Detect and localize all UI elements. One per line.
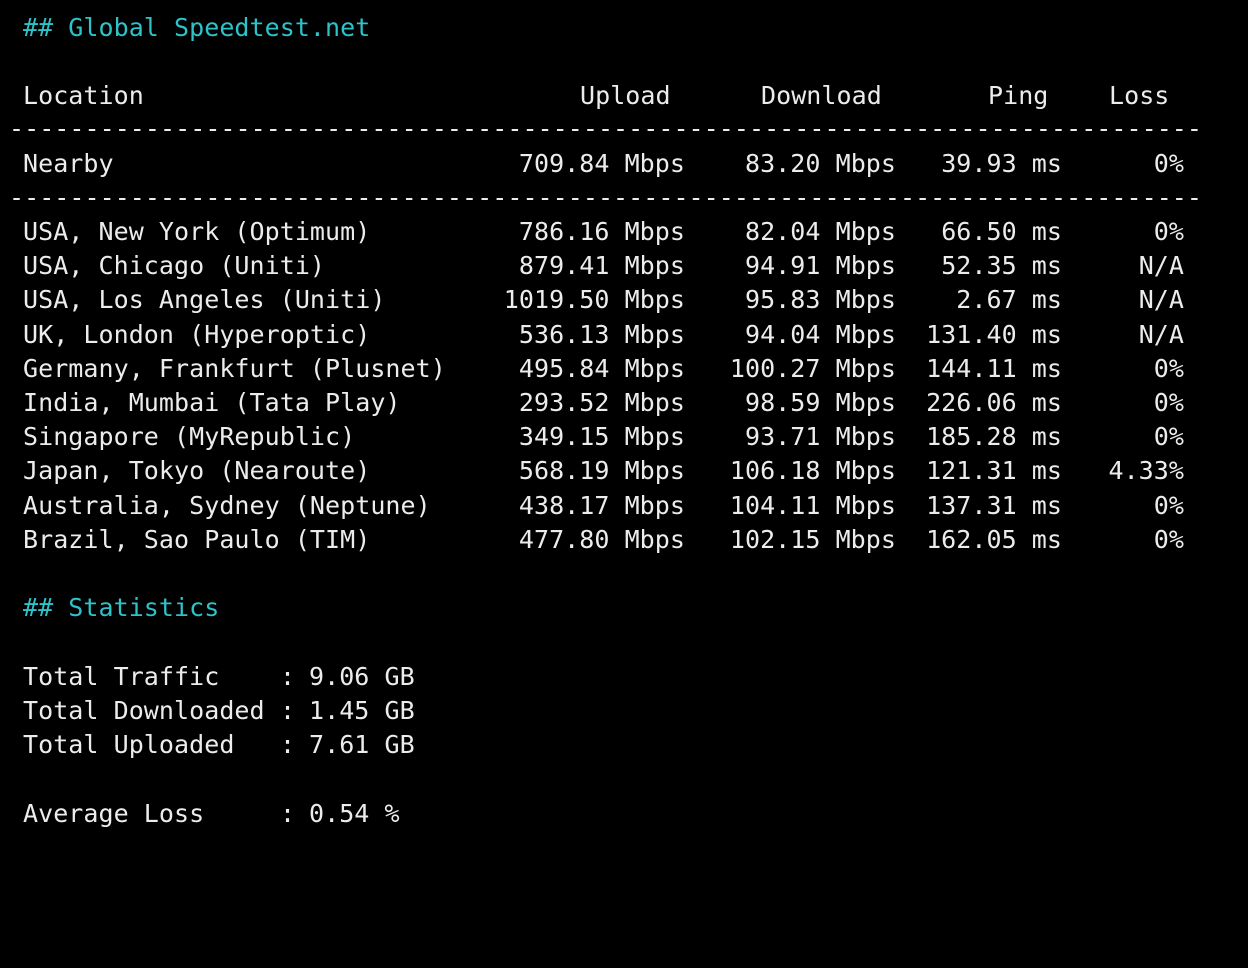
row-upload: 879.41 Mbps <box>518 251 685 281</box>
row-loss: 0% <box>1153 524 1184 554</box>
nearby-loss: 0% <box>1153 149 1184 178</box>
stat-average-loss: Average Loss : 0.54 % <box>23 797 623 831</box>
row-loss: 0% <box>1153 388 1184 417</box>
row-upload: 568.19 Mbps <box>518 456 685 486</box>
table-row: India, Mumbai (Tata Play) 293.52 Mbps 98.5… <box>23 386 1223 420</box>
row-upload: 786.16 Mbps <box>518 217 685 246</box>
table-row: Japan, Tokyo (Nearoute) 568.19 Mbps 106.18… <box>23 454 1223 488</box>
row-download: 106.18 Mbps <box>729 456 896 486</box>
column-header-ping: Ping <box>988 81 1049 110</box>
row-loss: 0% <box>1153 353 1184 383</box>
table-row: UK, London (Hyperoptic) 536.13 Mbps 94.04 … <box>23 318 1223 352</box>
row-location: USA, New York (Optimum) <box>23 217 371 246</box>
row-upload: 536.13 Mbps <box>518 319 685 349</box>
row-loss: N/A <box>1138 319 1184 349</box>
row-location: USA, Los Angeles (Uniti) <box>23 285 386 315</box>
stat-value: 0.54 % <box>309 799 400 828</box>
stat-separator: : <box>280 696 296 725</box>
table-header-row: Location Upload Download Ping Loss <box>23 79 1223 113</box>
stat-label: Total Downloaded <box>23 696 265 725</box>
row-location: Brazil, Sao Paulo (TIM) <box>23 524 371 554</box>
column-header-upload: Upload <box>580 81 671 110</box>
row-loss: 0% <box>1153 422 1184 452</box>
nearby-download: 83.20 Mbps <box>744 149 896 178</box>
stat-separator: : <box>280 662 296 691</box>
table-row: Singapore (MyRepublic) 349.15 Mbps 93.71 M… <box>23 420 1223 454</box>
table-row: USA, Los Angeles (Uniti) 1019.50 Mbps 95.8… <box>23 283 1223 317</box>
column-header-loss: Loss <box>1109 81 1170 110</box>
row-ping: 121.31 ms <box>926 456 1062 486</box>
row-location: Germany, Frankfurt (Plusnet) <box>23 353 446 383</box>
row-download: 104.11 Mbps <box>729 490 896 520</box>
row-ping: 162.05 ms <box>926 524 1062 554</box>
statistics-heading: ## Statistics <box>23 593 220 622</box>
table-row: USA, Chicago (Uniti) 879.41 Mbps 94.91 Mbp… <box>23 249 1223 283</box>
stat-label: Average Loss <box>23 799 205 828</box>
table-row: Germany, Frankfurt (Plusnet) 495.84 Mbps 1… <box>23 352 1223 386</box>
terminal-window[interactable]: ## Global Speedtest.net Location Upload … <box>0 0 1248 864</box>
row-loss: 0% <box>1153 490 1184 520</box>
row-download: 94.91 Mbps <box>744 251 896 281</box>
row-loss: 0% <box>1153 217 1184 246</box>
row-download: 95.83 Mbps <box>744 285 896 315</box>
row-ping: 144.11 ms <box>926 353 1062 383</box>
nearby-ping: 39.93 ms <box>941 149 1062 178</box>
nearby-upload: 709.84 Mbps <box>518 149 685 178</box>
row-download: 98.59 Mbps <box>744 388 896 417</box>
row-loss: N/A <box>1138 285 1184 315</box>
row-loss: 4.33% <box>1108 456 1184 486</box>
row-ping: 2.67 ms <box>956 285 1062 315</box>
row-loss: N/A <box>1138 251 1184 281</box>
stat-value: 1.45 GB <box>309 696 415 725</box>
stat-total-downloaded: Total Downloaded : 1.45 GB <box>23 694 623 728</box>
row-upload: 293.52 Mbps <box>518 388 685 417</box>
row-upload: 438.17 Mbps <box>518 490 685 520</box>
nearby-row: Nearby 709.84 Mbps 83.20 Mbps 39.93 ms 0… <box>23 147 1223 181</box>
stat-separator: : <box>280 730 296 759</box>
stat-separator: : <box>280 799 296 828</box>
stat-total-traffic: Total Traffic : 9.06 GB <box>23 660 623 694</box>
stat-total-uploaded: Total Uploaded : 7.61 GB <box>23 728 623 762</box>
row-upload: 1019.50 Mbps <box>503 285 685 315</box>
nearby-location: Nearby <box>23 149 114 178</box>
row-ping: 137.31 ms <box>926 490 1062 520</box>
row-download: 82.04 Mbps <box>744 217 896 246</box>
row-download: 94.04 Mbps <box>744 319 896 349</box>
table-divider-middle: ----------------------------------------… <box>9 183 1199 212</box>
row-upload: 349.15 Mbps <box>518 422 685 452</box>
row-location: Australia, Sydney (Neptune) <box>23 490 431 520</box>
speedtest-heading: ## Global Speedtest.net <box>23 13 371 42</box>
stat-value: 9.06 GB <box>309 662 415 691</box>
row-ping: 66.50 ms <box>941 217 1062 246</box>
row-download: 102.15 Mbps <box>729 524 896 554</box>
row-download: 93.71 Mbps <box>744 422 896 452</box>
table-divider-top: ----------------------------------------… <box>9 114 1199 143</box>
row-location: India, Mumbai (Tata Play) <box>23 388 401 417</box>
column-header-download: Download <box>761 81 882 110</box>
table-row: Australia, Sydney (Neptune) 438.17 Mbps 10… <box>23 489 1223 523</box>
row-ping: 226.06 ms <box>926 388 1062 417</box>
table-row: Brazil, Sao Paulo (TIM) 477.80 Mbps 102.15… <box>23 523 1223 557</box>
row-ping: 52.35 ms <box>941 251 1062 281</box>
row-location: UK, London (Hyperoptic) <box>23 319 371 349</box>
column-header-location: Location <box>23 81 144 110</box>
row-location: Japan, Tokyo (Nearoute) <box>23 456 371 486</box>
row-location: Singapore (MyRepublic) <box>23 422 356 452</box>
row-location: USA, Chicago (Uniti) <box>23 251 326 281</box>
row-ping: 185.28 ms <box>926 422 1062 452</box>
stat-label: Total Traffic <box>23 662 220 691</box>
stat-label: Total Uploaded <box>23 730 235 759</box>
row-ping: 131.40 ms <box>926 319 1062 349</box>
row-download: 100.27 Mbps <box>729 353 896 383</box>
row-upload: 477.80 Mbps <box>518 524 685 554</box>
stat-value: 7.61 GB <box>309 730 415 759</box>
table-row: USA, New York (Optimum) 786.16 Mbps 82.04 … <box>23 215 1223 249</box>
row-upload: 495.84 Mbps <box>518 353 685 383</box>
